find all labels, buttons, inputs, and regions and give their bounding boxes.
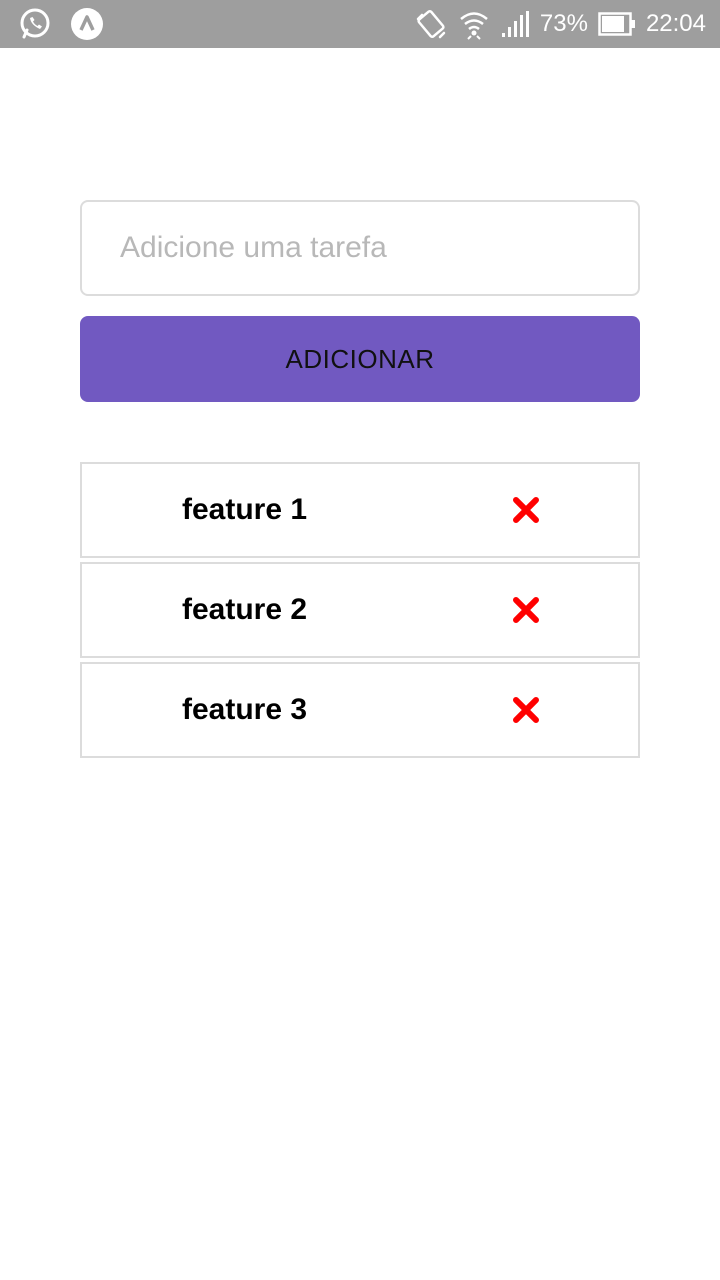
close-icon — [513, 497, 539, 523]
battery-percent: 73% — [539, 10, 588, 37]
status-left-icons — [18, 7, 104, 41]
task-label: feature 2 — [182, 593, 308, 626]
task-label: feature 3 — [182, 693, 308, 726]
delete-task-button[interactable] — [506, 690, 546, 730]
task-item: feature 2 — [80, 562, 640, 658]
signal-icon — [500, 9, 530, 39]
add-task-button[interactable]: ADICIONAR — [80, 316, 640, 402]
status-bar: 73% 22:04 — [0, 0, 720, 48]
wifi-icon — [458, 7, 490, 41]
task-list: feature 1 feature 2 feature 3 — [80, 462, 640, 762]
delete-task-button[interactable] — [506, 590, 546, 630]
clock: 22:04 — [645, 10, 706, 37]
task-input[interactable] — [80, 200, 640, 296]
status-right-icons: 73% 22:04 — [414, 7, 706, 41]
delete-task-button[interactable] — [506, 490, 546, 530]
vibrate-icon — [414, 7, 448, 41]
task-label: feature 1 — [182, 493, 308, 526]
close-icon — [513, 697, 539, 723]
task-item: feature 1 — [80, 462, 640, 558]
whatsapp-icon — [18, 7, 52, 41]
task-item: feature 3 — [80, 662, 640, 758]
close-icon — [513, 597, 539, 623]
battery-icon — [598, 11, 636, 37]
app-a-icon — [70, 7, 104, 41]
